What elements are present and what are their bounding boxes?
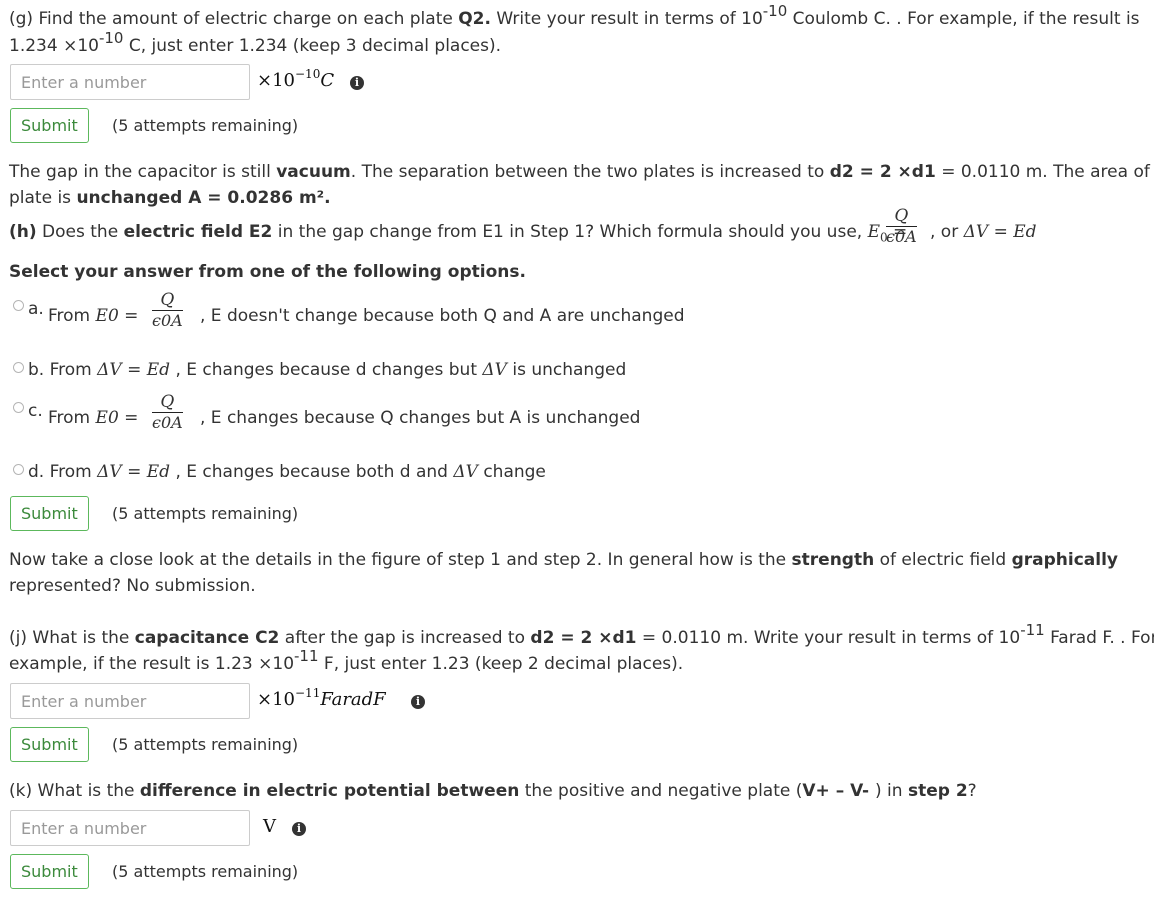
question-g-line1: (g) Find the amount of electric charge o… [9,2,1140,30]
radio-button[interactable] [13,300,24,311]
option-a-text: , E doesn't change because both Q and A … [200,306,685,326]
charge-input[interactable] [10,64,250,100]
question-h-text: (h) Does the electric field E2 in the ga… [9,222,908,245]
info-icon[interactable]: i [350,76,364,90]
unit-label-g: ×10−10C [257,67,335,91]
option-d: d. From ΔV = Ed , E changes because both… [28,462,546,482]
submit-button-j[interactable]: Submit [10,727,89,762]
submit-button-h[interactable]: Submit [10,496,89,531]
radio-button[interactable] [13,362,24,373]
gap-text-line2: plate is unchanged A = 0.0286 m². [9,188,331,208]
potential-input[interactable] [10,810,250,846]
look-text-line1: Now take a close look at the details in … [9,550,1119,570]
info-icon[interactable]: i [411,695,425,709]
option-c-fraction: Qϵ0A [152,392,183,432]
select-answer-label: Select your answer from one of the follo… [9,262,526,282]
question-h-tail: , or ΔV = Ed [930,222,1037,242]
question-k-text: (k) What is the difference in electric p… [9,781,977,801]
info-icon[interactable]: i [292,822,306,836]
option-c-letter: c. [28,401,43,421]
unit-label-j: ×10−11FaradF [257,686,386,710]
question-j-line1: (j) What is the capacitance C2 after the… [9,621,1154,649]
option-a-letter: a. [28,299,44,319]
submit-button-g[interactable]: Submit [10,108,89,143]
look-text-line2: represented? No submission. [9,576,256,596]
unit-label-k: V [263,816,276,837]
capacitance-input[interactable] [10,683,250,719]
radio-button[interactable] [13,402,24,413]
attempts-remaining-g: (5 attempts remaining) [112,116,299,135]
question-g-line2: 1.234 ×10-10 C, just enter 1.234 (keep 3… [9,29,502,57]
attempts-remaining-h: (5 attempts remaining) [112,504,299,523]
fraction-q-over-eps-a: Qϵ0A [886,206,917,246]
option-c-text: , E changes because Q changes but A is u… [200,408,641,428]
submit-button-k[interactable]: Submit [10,854,89,889]
option-a-prefix: From E0 = [48,306,139,326]
attempts-remaining-k: (5 attempts remaining) [112,862,299,881]
gap-text-line1: The gap in the capacitor is still vacuum… [9,162,1154,182]
option-b: b. From ΔV = Ed , E changes because d ch… [28,360,627,380]
attempts-remaining-j: (5 attempts remaining) [112,735,299,754]
radio-button[interactable] [13,464,24,475]
option-a-fraction: Qϵ0A [152,290,183,330]
option-c-prefix: From E0 = [48,408,139,428]
question-j-line2: example, if the result is 1.23 ×10-11 F,… [9,647,684,675]
